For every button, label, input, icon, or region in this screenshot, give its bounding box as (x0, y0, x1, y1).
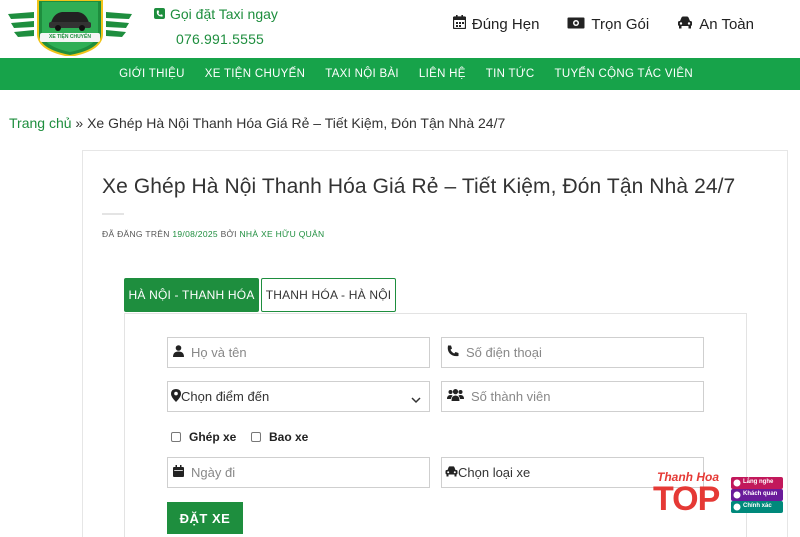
feature-safe: An Toàn (677, 15, 754, 33)
nav-item-news[interactable]: TIN TỨC (486, 68, 535, 80)
call-label: Gọi đặt Taxi ngay (170, 6, 278, 22)
share-ride-label: Ghép xe (189, 430, 237, 444)
share-ride-checkbox[interactable] (171, 432, 181, 442)
phone-square-icon (154, 6, 165, 22)
car-icon (445, 465, 458, 480)
post-date-link[interactable]: 19/08/2025 (172, 229, 218, 239)
feature-label: Trọn Gói (591, 15, 650, 33)
site-header: XE TIỆN CHUYẾN Gọi đặt Taxi ngay 076.991… (0, 0, 800, 58)
private-ride-label: Bao xe (269, 430, 309, 444)
option-share-ride[interactable]: Ghép xe (171, 430, 236, 444)
private-ride-checkbox[interactable] (251, 432, 261, 442)
phone-placeholder: Số điện thoại (466, 345, 542, 360)
nav-item-xe-tien-chuyen[interactable]: XE TIỆN CHUYẾN (205, 68, 305, 80)
post-meta: ĐÃ ĐĂNG TRÊN 19/08/2025 BỞI NHÀ XE HỮU Q… (102, 229, 324, 239)
users-icon (447, 389, 464, 404)
date-placeholder: Ngày đi (191, 465, 236, 480)
name-placeholder: Họ và tên (191, 345, 247, 360)
breadcrumb: Trang chủ » Xe Ghép Hà Nội Thanh Hóa Giá… (9, 115, 505, 131)
destination-select[interactable]: Chọn điểm đến (167, 381, 430, 412)
post-author-link[interactable]: NHÀ XE HỮU QUÂN (239, 229, 324, 239)
nav-item-contact[interactable]: LIÊN HỆ (419, 68, 466, 80)
phone-field[interactable]: Số điện thoại (441, 337, 704, 368)
feature-label: An Toàn (699, 15, 754, 33)
name-field[interactable]: Họ và tên (167, 337, 430, 368)
car-icon (677, 16, 693, 33)
user-icon (173, 345, 184, 360)
phone-icon (447, 345, 459, 360)
hotline-number[interactable]: 076.991.5555 (176, 31, 278, 47)
calendar-icon (173, 465, 184, 480)
title-divider (102, 213, 124, 215)
breadcrumb-separator: » (75, 115, 84, 131)
submit-booking-button[interactable]: ĐẶT XE (167, 502, 243, 534)
main-nav: GIỚI THIỆU XE TIỆN CHUYẾN TAXI NỘI BÀI L… (0, 58, 800, 90)
feature-on-time: Đúng Hẹn (452, 15, 540, 33)
members-field[interactable]: Số thành viên (441, 381, 704, 412)
feature-all-inclusive: Trọn Gói (567, 15, 649, 33)
car-type-selected: Chọn loại xe (458, 465, 531, 480)
date-field[interactable]: Ngày đi (167, 457, 430, 488)
nav-item-about[interactable]: GIỚI THIỆU (119, 68, 185, 80)
breadcrumb-home-link[interactable]: Trang chủ (9, 115, 72, 131)
watermark-brand-main: TOP (653, 480, 720, 518)
tab-hanoi-thanhhoa[interactable]: HÀ NỘI - THANH HÓA (124, 278, 259, 312)
money-icon (567, 16, 585, 33)
destination-selected: Chọn điểm đến (181, 389, 270, 404)
breadcrumb-current: Xe Ghép Hà Nội Thanh Hóa Giá Rẻ – Tiết K… (87, 115, 506, 131)
map-marker-icon (171, 388, 181, 405)
option-private-ride[interactable]: Bao xe (251, 430, 308, 444)
nav-item-recruit[interactable]: TUYỂN CỘNG TÁC VIÊN (555, 68, 693, 80)
page-title: Xe Ghép Hà Nội Thanh Hóa Giá Rẻ – Tiết K… (102, 175, 736, 198)
nav-item-taxi-noi-bai[interactable]: TAXI NỘI BÀI (325, 68, 399, 80)
feature-list: Đúng Hẹn Trọn Gói An Toàn (452, 15, 754, 33)
calendar-icon (452, 15, 467, 33)
watermark-badge-1: Lắng nghe (743, 479, 774, 485)
watermark-badge-3: Chính xác (743, 503, 772, 509)
feature-label: Đúng Hẹn (471, 15, 540, 33)
call-block[interactable]: Gọi đặt Taxi ngay 076.991.5555 (154, 6, 278, 47)
chevron-down-icon (411, 392, 421, 407)
thanhhoa-top-watermark: Thanh Hoa TOP Lắng nghe Khách quan Chính… (651, 470, 783, 522)
meta-by: BỞI (220, 229, 237, 239)
watermark-badge-2: Khách quan (743, 491, 778, 497)
tab-thanhhoa-hanoi[interactable]: THANH HÓA - HÀ NỘI (261, 278, 396, 312)
meta-prefix: ĐÃ ĐĂNG TRÊN (102, 229, 170, 239)
site-logo[interactable]: XE TIỆN CHUYẾN (8, 0, 132, 58)
logo-text: XE TIỆN CHUYẾN (49, 34, 91, 40)
members-placeholder: Số thành viên (471, 389, 551, 404)
